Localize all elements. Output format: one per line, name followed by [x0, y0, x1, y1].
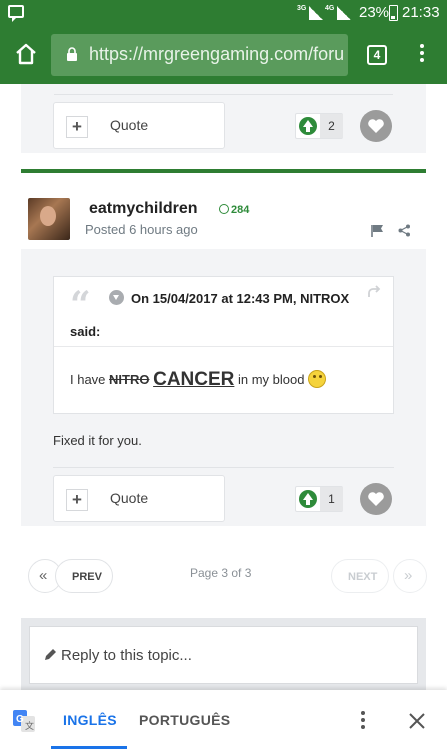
next-label: NEXT [348, 571, 378, 583]
quote-citation: On 15/04/2017 at 12:43 PM, NITROX [131, 291, 350, 306]
jump-to-quote-icon[interactable] [367, 285, 381, 299]
browser-menu-icon[interactable] [419, 44, 425, 66]
flag-icon[interactable] [371, 224, 384, 237]
chevron-down-icon[interactable] [109, 290, 124, 305]
network-type-label: 3G [297, 5, 307, 12]
battery-percent: 23% [359, 4, 390, 21]
page-content: + Quote 2 eatmychildren 284 Posted 6 hou… [0, 84, 447, 690]
lock-icon [67, 47, 77, 61]
divider [53, 467, 394, 468]
upvote-icon [299, 490, 317, 508]
battery-icon [389, 5, 398, 21]
first-page-label: « [39, 567, 48, 584]
plus-icon: + [66, 116, 88, 138]
translate-menu-icon[interactable] [360, 711, 366, 731]
upvote-icon [299, 117, 317, 135]
post-author[interactable]: eatmychildren [89, 200, 197, 218]
status-bar: 3G 4G 23% 21:33 [0, 0, 447, 25]
signal-icon: 4G [325, 5, 351, 20]
reputation-button[interactable]: 2 [295, 113, 343, 139]
quoted-text-before: I have [70, 372, 110, 387]
plus-icon: + [66, 489, 88, 511]
tab-lang-portuguese[interactable]: PORTUGUÊS [139, 712, 230, 728]
divider [54, 94, 393, 95]
url-text: https://mrgreengaming.com/foru [89, 44, 345, 64]
plus-circle-icon [219, 204, 229, 214]
browser-toolbar: https://mrgreengaming.com/foru 4 [0, 25, 447, 84]
quote-mark-icon: “ [70, 284, 91, 326]
reply-area: Reply to this topic... [21, 618, 426, 690]
last-page-button: » [393, 559, 427, 593]
reputation-count: 2 [320, 114, 343, 138]
quote-label: Quote [110, 117, 149, 133]
share-icon[interactable] [398, 224, 411, 237]
quote-said-label: said: [70, 324, 101, 339]
post-separator [21, 169, 426, 173]
quote-button[interactable]: + Quote [53, 102, 225, 149]
divider [54, 346, 393, 347]
prev-page-button[interactable]: PREV [55, 559, 113, 593]
svg-text:文: 文 [25, 720, 34, 731]
prev-label: PREV [72, 571, 102, 583]
reputation-count: 1 [320, 487, 343, 511]
heart-icon [368, 119, 384, 133]
smiley-emoji-icon [308, 370, 327, 388]
avatar[interactable] [28, 198, 70, 240]
heart-icon [368, 492, 384, 506]
google-translate-icon: G 文 [13, 710, 35, 732]
next-page-button: NEXT [331, 559, 389, 593]
quote-button[interactable]: + Quote [53, 475, 225, 522]
post-timestamp[interactable]: Posted 6 hours ago [85, 222, 198, 237]
message-notification-icon [8, 5, 24, 22]
signal-icon: 3G [297, 5, 323, 20]
page-indicator[interactable]: Page 3 of 3 [190, 566, 251, 580]
translate-bar: G 文 INGLÊS PORTUGUÊS [0, 690, 447, 750]
address-bar[interactable]: https://mrgreengaming.com/foru [51, 34, 348, 76]
network-type-label: 4G [325, 5, 335, 12]
quote-label: Quote [110, 490, 149, 506]
like-button[interactable] [360, 483, 392, 515]
last-page-label: » [404, 567, 413, 584]
pencil-icon [45, 649, 56, 660]
reply-placeholder: Reply to this topic... [44, 647, 192, 664]
reputation-button[interactable]: 1 [295, 486, 343, 512]
quoted-text: I have NITRO CANCER in my blood [70, 369, 327, 391]
svg-text:G: G [16, 714, 24, 725]
author-reputation: 284 [219, 204, 249, 216]
quoted-text-after: in my blood [234, 372, 309, 387]
quote-block: “ On 15/04/2017 at 12:43 PM, NITROX said… [53, 276, 394, 414]
author-reputation-value: 284 [231, 204, 250, 216]
tab-lang-english[interactable]: INGLÊS [63, 712, 117, 728]
close-icon[interactable] [409, 713, 425, 729]
like-button[interactable] [360, 110, 392, 142]
home-icon[interactable] [14, 42, 38, 66]
selected-tab-indicator [51, 746, 127, 749]
emphasis-text: CANCER [153, 369, 235, 390]
previous-post-footer: + Quote 2 [21, 84, 426, 153]
reply-placeholder-text: Reply to this topic... [61, 647, 192, 664]
reply-input[interactable]: Reply to this topic... [29, 626, 418, 684]
post-text: Fixed it for you. [53, 433, 142, 448]
struck-text: NITRO [109, 372, 150, 387]
clock: 21:33 [402, 4, 440, 21]
tab-switcher-button[interactable]: 4 [367, 45, 387, 65]
